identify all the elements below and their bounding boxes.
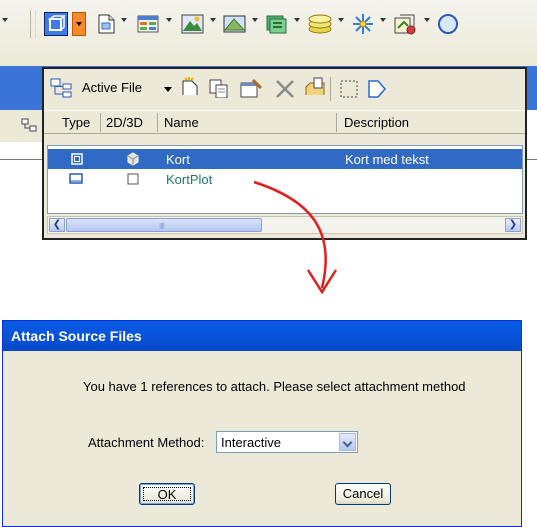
scroll-thumb[interactable]: IIII [66,218,262,232]
ok-button[interactable]: OK [139,483,195,505]
light-manager-button[interactable] [350,12,374,36]
reference-name: KortPlot [166,172,213,187]
hierarchy-icon[interactable] [20,116,40,136]
layers-dropdown[interactable] [294,18,300,22]
dialog-titlebar[interactable]: Attach Source Files [3,321,521,351]
level-manager-button[interactable] [136,12,160,36]
raster-manager-icon [181,14,204,34]
file-tree-icon[interactable] [50,78,74,98]
models-icon [98,14,115,34]
reference-name: Kort [166,152,190,167]
attachment-method-value: Interactive [221,435,281,450]
scroll-left-button[interactable]: ❮ [49,218,65,232]
display-styles-icon [308,14,332,34]
cancel-button[interactable]: Cancel [335,483,391,505]
raster-manager-button[interactable] [180,12,204,36]
active-file-selector[interactable]: Active File [82,80,142,95]
level-manager-dropdown[interactable] [166,18,172,22]
detach-icon[interactable] [274,78,296,98]
ok-button-label: OK [157,487,177,502]
copy-reference-icon[interactable] [208,78,230,98]
saved-views-icon [223,15,246,33]
reference-list-header: Type 2D/3D Name Description [44,110,525,134]
column-description[interactable]: Description [344,115,409,130]
column-type[interactable]: Type [62,115,90,130]
project-explorer-dropdown[interactable] [424,18,430,22]
3d-cube-icon [127,152,139,166]
attach-source-files-dialog: Attach Source Files You have 1 reference… [2,320,522,527]
left-tool-strip [0,110,42,142]
attachment-method-select[interactable]: Interactive [216,431,358,453]
extra-tool-button[interactable] [436,12,460,36]
2d-square-icon [127,173,139,185]
models-dropdown[interactable] [121,18,127,22]
main-toolbar [0,0,537,66]
sheet-model-icon [69,173,83,184]
column-divider[interactable] [100,113,101,132]
clip-boundary-icon[interactable] [338,78,360,98]
list-item[interactable]: Kort Kort med tekst [48,149,522,169]
column-divider[interactable] [157,113,158,132]
header-spacer [44,135,525,143]
display-styles-dropdown[interactable] [338,18,344,22]
red-arrow-annotation [253,180,338,295]
toolbar-separator [30,10,31,38]
saved-views-button[interactable] [222,12,246,36]
toolbar-separator [330,77,331,101]
column-2d3d[interactable]: 2D/3D [106,115,143,130]
design-model-icon [71,153,83,165]
display-styles-button[interactable] [306,12,332,36]
dialog-message: You have 1 references to attach. Please … [83,379,466,394]
references-toolbar: Active File [44,69,525,109]
column-divider[interactable] [336,113,337,132]
toolbar-grip [35,10,36,38]
active-file-dropdown-arrow[interactable] [164,87,172,92]
reference-button[interactable] [44,12,68,36]
column-name[interactable]: Name [164,115,199,130]
clip-mask-icon[interactable] [366,78,388,98]
project-explorer-icon [394,14,416,35]
attachment-method-label: Attachment Method: [88,435,205,450]
reference-settings-icon[interactable] [239,78,263,98]
attach-reference-icon[interactable] [180,75,200,95]
layers-icon [266,15,287,34]
extra-icon [438,14,458,34]
level-manager-icon [137,15,159,33]
raster-manager-dropdown[interactable] [210,18,216,22]
light-manager-dropdown[interactable] [380,18,386,22]
reload-reference-icon[interactable] [304,75,328,95]
reference-description: Kort med tekst [345,152,429,167]
reference-icon [47,15,66,31]
chevron-down-icon[interactable] [339,433,356,451]
layers-button[interactable] [264,12,288,36]
saved-views-dropdown[interactable] [252,18,258,22]
project-explorer-button[interactable] [392,12,416,36]
dialog-title: Attach Source Files [11,328,142,344]
models-button[interactable] [94,12,118,36]
cancel-button-label: Cancel [342,486,384,501]
light-icon [353,14,373,34]
reference-dropdown[interactable] [72,12,86,36]
scroll-right-button[interactable]: ❯ [505,218,521,232]
toolbar-overflow-arrow[interactable] [2,18,8,22]
